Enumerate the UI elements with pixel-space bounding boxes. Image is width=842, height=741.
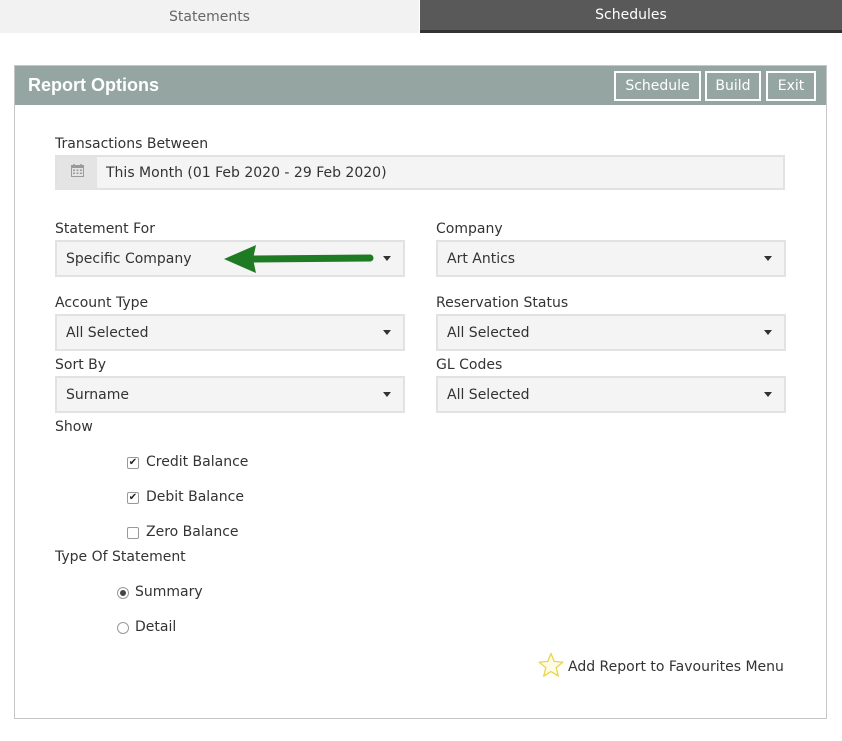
debit-balance-checkbox[interactable]: ✔ xyxy=(127,492,139,504)
checkmark-icon: ✔ xyxy=(128,457,138,468)
calendar-button[interactable] xyxy=(57,156,97,189)
add-to-favourites-link[interactable]: Add Report to Favourites Menu xyxy=(538,652,784,682)
panel-title: Report Options xyxy=(28,75,159,95)
calendar-icon xyxy=(70,164,84,181)
show-label: Show xyxy=(55,419,93,435)
detail-radio[interactable] xyxy=(117,622,129,634)
summary-label: Summary xyxy=(135,584,203,600)
tab-statements[interactable]: Statements xyxy=(0,0,419,33)
summary-radio[interactable] xyxy=(117,587,129,599)
panel-header: Report Options Schedule Build Exit xyxy=(15,66,826,105)
tab-schedules[interactable]: Schedules xyxy=(420,0,842,33)
radio-selected-dot xyxy=(120,590,126,596)
gl-codes-select[interactable]: All Selected xyxy=(436,376,786,413)
account-type-value: All Selected xyxy=(66,324,149,341)
zero-balance-label: Zero Balance xyxy=(146,524,239,540)
reservation-status-select[interactable]: All Selected xyxy=(436,314,786,351)
zero-balance-checkbox[interactable] xyxy=(127,527,139,539)
chevron-down-icon xyxy=(383,330,391,335)
company-label: Company xyxy=(436,221,503,237)
account-type-select[interactable]: All Selected xyxy=(55,314,405,351)
build-button[interactable]: Build xyxy=(705,71,761,101)
transactions-between-value: This Month (01 Feb 2020 - 29 Feb 2020) xyxy=(106,164,387,181)
company-select[interactable]: Art Antics xyxy=(436,240,786,277)
chevron-down-icon xyxy=(383,392,391,397)
account-type-label: Account Type xyxy=(55,295,149,311)
sort-by-label: Sort By xyxy=(55,357,107,373)
schedule-button[interactable]: Schedule xyxy=(614,71,701,101)
star-icon xyxy=(538,652,564,682)
transactions-between-field[interactable]: This Month (01 Feb 2020 - 29 Feb 2020) xyxy=(55,155,785,190)
arrow-icon xyxy=(222,243,377,279)
credit-balance-checkbox[interactable]: ✔ xyxy=(127,457,139,469)
chevron-down-icon xyxy=(764,330,772,335)
company-value: Art Antics xyxy=(447,250,516,267)
statement-for-label: Statement For xyxy=(55,221,155,237)
type-of-statement-label: Type Of Statement xyxy=(55,549,186,565)
credit-balance-label: Credit Balance xyxy=(146,454,249,470)
sort-by-select[interactable]: Surname xyxy=(55,376,405,413)
checkmark-icon: ✔ xyxy=(128,492,138,503)
reservation-status-label: Reservation Status xyxy=(436,295,569,311)
exit-button[interactable]: Exit xyxy=(766,71,816,101)
chevron-down-icon xyxy=(764,256,772,261)
gl-codes-value: All Selected xyxy=(447,386,530,403)
add-to-favourites-label: Add Report to Favourites Menu xyxy=(568,659,784,675)
chevron-down-icon xyxy=(764,392,772,397)
chevron-down-icon xyxy=(383,256,391,261)
detail-label: Detail xyxy=(135,619,177,635)
transactions-between-label: Transactions Between xyxy=(55,136,209,152)
gl-codes-label: GL Codes xyxy=(436,357,503,373)
statement-for-value: Specific Company xyxy=(66,250,192,267)
debit-balance-label: Debit Balance xyxy=(146,489,244,505)
sort-by-value: Surname xyxy=(66,386,129,403)
reservation-status-value: All Selected xyxy=(447,324,530,341)
